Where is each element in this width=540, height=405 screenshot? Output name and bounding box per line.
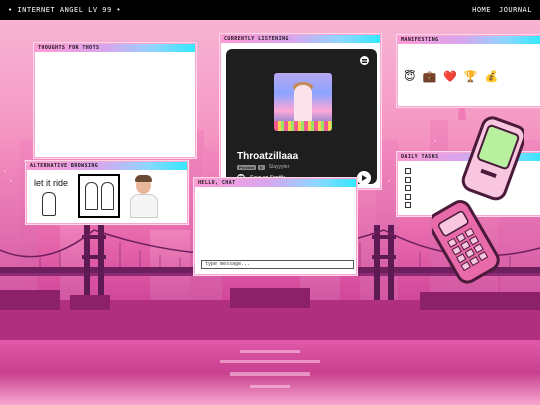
listening-window-titlebar[interactable]: CURRENTLY LISTENING: [221, 35, 380, 43]
task-checkbox[interactable]: [405, 168, 411, 174]
top-bar: • INTERNET ANGEL LV 99 • HOME JOURNAL: [0, 0, 540, 20]
task-checkbox[interactable]: [405, 185, 411, 191]
explicit-badge: E: [258, 164, 265, 170]
flip-phone-icon: [432, 116, 524, 284]
spotify-logo-icon[interactable]: [360, 56, 369, 65]
manifesting-window: MANIFESTING 😇 💼 ❤️ 🏆 💰: [397, 35, 540, 107]
manifesting-window-titlebar[interactable]: MANIFESTING: [398, 36, 540, 44]
gif-caption: let it ride: [34, 178, 69, 188]
manifesting-icons: 😇 💼 ❤️ 🏆 💰: [404, 70, 498, 83]
cover-figure: [294, 85, 312, 123]
alternative-browsing-window-titlebar[interactable]: ALTERNATIVE BROWSING: [27, 162, 187, 170]
album-cover[interactable]: [274, 73, 332, 131]
person-hair: [135, 175, 152, 182]
briefcase-emoji-icon: 💼: [422, 70, 437, 83]
money-bag-emoji-icon: 💰: [484, 70, 499, 83]
track-meta: Preview E Slayyyter: [237, 164, 289, 170]
cover-flowers: [274, 121, 332, 131]
thoughts-window: THOUGHTS FOR THOTS: [34, 43, 196, 158]
play-button[interactable]: [357, 171, 371, 185]
task-checkbox[interactable]: [405, 202, 411, 208]
person-shirt: [130, 194, 158, 218]
artist-name[interactable]: Slayyyter: [269, 164, 290, 170]
task-list: [405, 168, 411, 208]
spotify-embed: Throatzillaaa Preview E Slayyyter + Save…: [226, 49, 377, 185]
gif-row: let it ride: [32, 174, 162, 220]
chat-message-input[interactable]: type message...: [201, 260, 354, 269]
preview-badge: Preview: [237, 164, 257, 170]
top-nav: HOME JOURNAL: [472, 6, 532, 14]
heart-emoji-icon: ❤️: [443, 70, 457, 83]
let-it-ride-gif[interactable]: let it ride: [32, 174, 68, 220]
trophy-emoji-icon: 🏆: [463, 70, 478, 83]
chat-window-titlebar[interactable]: HELLO, CHAT: [195, 179, 356, 187]
task-checkbox[interactable]: [405, 176, 411, 183]
stick-figure: [42, 192, 56, 216]
task-checkbox[interactable]: [405, 193, 411, 200]
dancer-figure: [101, 182, 114, 210]
chat-window: HELLO, CHAT type message...: [194, 178, 357, 275]
alternative-browsing-window: ALTERNATIVE BROWSING let it ride: [26, 161, 188, 224]
dancer-figure: [85, 182, 98, 210]
nav-home-link[interactable]: HOME: [472, 6, 491, 14]
thoughts-window-titlebar[interactable]: THOUGHTS FOR THOTS: [35, 44, 195, 52]
nav-journal-link[interactable]: JOURNAL: [499, 6, 532, 14]
angel-emoji-icon: 😇: [404, 70, 416, 83]
dancing-figures-gif[interactable]: [78, 174, 120, 218]
site-title: • INTERNET ANGEL LV 99 •: [8, 6, 122, 14]
listening-window: CURRENTLY LISTENING Throatzillaaa Previe…: [220, 34, 381, 189]
reaction-person-gif[interactable]: [126, 174, 162, 218]
track-title[interactable]: Throatzillaaa: [237, 151, 298, 162]
